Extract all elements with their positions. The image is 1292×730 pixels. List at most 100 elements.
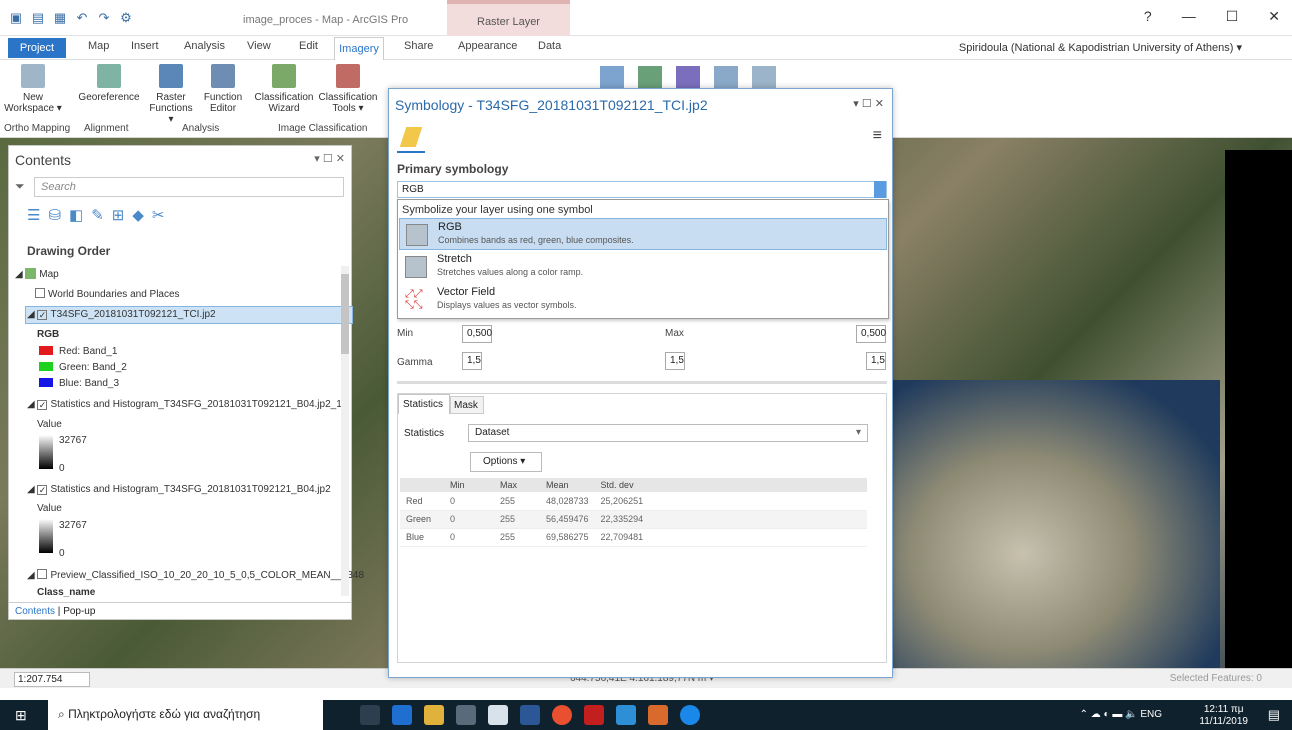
document-icon[interactable] (616, 705, 636, 725)
file-explorer-icon[interactable] (424, 705, 444, 725)
footer-tab-popup[interactable]: Pop-up (63, 606, 95, 617)
primary-symbology-select[interactable]: RGB (397, 181, 887, 198)
redo-icon[interactable]: ↷ (96, 10, 112, 26)
tree-map[interactable]: ◢ Map (15, 268, 59, 280)
maximize-icon[interactable]: ☐ (1226, 8, 1239, 25)
word-icon[interactable] (520, 705, 540, 725)
store-icon[interactable] (456, 705, 476, 725)
tool-icon[interactable] (638, 66, 662, 90)
contents-scrollbar[interactable] (341, 266, 349, 596)
acrobat-icon[interactable] (584, 705, 604, 725)
task-view-icon[interactable] (360, 705, 380, 725)
minimize-icon[interactable]: — (1182, 8, 1196, 25)
snapping-icon[interactable]: ⊞ (112, 206, 125, 224)
charts-icon[interactable]: ✂ (152, 206, 165, 224)
settings-icon[interactable]: ⚙ (118, 10, 134, 26)
rgb-icon (406, 224, 428, 246)
option-vector-field[interactable]: ⤢⤢ ⤡⤡ Vector Field Displays values as vec… (399, 284, 887, 316)
options-button[interactable]: Options ▾ (470, 452, 542, 472)
tab-mask[interactable]: Mask (450, 396, 484, 414)
tree-stats1[interactable]: ◢ ✓ Statistics and Histogram_T34SFG_20181… (27, 399, 342, 410)
layer-checkbox[interactable] (35, 288, 45, 298)
editing-icon[interactable]: ✎ (91, 206, 104, 224)
tab-project[interactable]: Project (8, 38, 66, 58)
new-workspace-button[interactable]: New Workspace ▾ (4, 64, 62, 114)
edge-icon[interactable] (392, 705, 412, 725)
undo-icon[interactable]: ↶ (74, 10, 90, 26)
tree-stats2[interactable]: ◢ ✓ Statistics and Histogram_T34SFG_20181… (27, 484, 331, 495)
table-header: Max (494, 478, 540, 492)
tab-appearance[interactable]: Appearance (458, 40, 517, 52)
table-header-row: Min Max Mean Std. dev (400, 478, 868, 492)
menu-icon[interactable]: ≡ (873, 127, 882, 145)
max-input[interactable]: 0,500 (856, 325, 886, 343)
save-icon[interactable]: ▦ (52, 10, 68, 26)
open-icon[interactable]: ▤ (30, 10, 46, 26)
input-language[interactable]: ENG (1140, 709, 1162, 720)
drawing-order-icon[interactable]: ☰ (27, 206, 40, 224)
tree-tci[interactable]: ◢ ✓ T34SFG_20181031T092121_TCI.jp2 (27, 309, 216, 320)
raster-functions-button[interactable]: Raster Functions ▾ (148, 64, 194, 125)
tool-icon[interactable] (752, 66, 776, 90)
layer-checkbox[interactable]: ✓ (37, 485, 48, 495)
gamma-red-input[interactable]: 1,5 (462, 352, 482, 370)
dropdown-header: Symbolize your layer using one symbol (402, 204, 593, 216)
tree-preview[interactable]: ◢ Preview_Classified_ISO_10_20_20_10_5_0… (27, 569, 364, 581)
statistics-select[interactable]: Dataset ▾ (468, 424, 868, 442)
powerpoint-icon[interactable] (648, 705, 668, 725)
georeference-button[interactable]: Georeference (78, 64, 140, 103)
filter-icon[interactable]: ⏷ (15, 179, 25, 194)
notifications-icon[interactable]: ▤ (1268, 707, 1280, 723)
tab-share[interactable]: Share (404, 40, 433, 52)
footer-tab-contents[interactable]: Contents (15, 606, 55, 617)
tool-icon[interactable] (600, 66, 624, 90)
pane-controls[interactable]: ▾ ☐ ✕ (314, 152, 345, 165)
tray-icons[interactable]: ⌃ ☁ ◐ ▬ 🔈 (1080, 709, 1141, 720)
tab-view[interactable]: View (247, 40, 271, 52)
symbology-brush-icon[interactable] (399, 127, 423, 147)
classification-wizard-button[interactable]: Classification Wizard (254, 64, 314, 114)
gamma-green-input[interactable]: 1,5 (665, 352, 685, 370)
tool-icon[interactable] (676, 66, 700, 90)
tree-world-boundaries[interactable]: World Boundaries and Places (35, 288, 180, 300)
data-source-icon[interactable]: ⛁ (48, 206, 61, 224)
labeling-icon[interactable]: ◆ (132, 206, 144, 224)
classification-tools-button[interactable]: Classification Tools ▾ (318, 64, 378, 114)
option-desc: Displays values as vector symbols. (437, 300, 577, 310)
tab-insert[interactable]: Insert (131, 40, 159, 52)
tab-analysis[interactable]: Analysis (184, 40, 225, 52)
windows-start-icon[interactable]: ⊞ (15, 707, 27, 724)
chrome-icon[interactable] (552, 705, 572, 725)
pane-controls[interactable]: ▾ ☐ ✕ (853, 97, 884, 110)
tool-icon[interactable] (714, 66, 738, 90)
option-rgb[interactable]: RGB Combines bands as red, green, blue c… (399, 218, 887, 250)
gamma-blue-input[interactable]: 1,5 (866, 352, 886, 370)
tab-statistics[interactable]: Statistics (398, 394, 450, 414)
selection-icon[interactable]: ◧ (69, 206, 83, 224)
help-icon[interactable]: ? (1144, 8, 1152, 25)
taskbar-search-input[interactable]: ⌕ Πληκτρολογήστε εδώ για αναζήτηση (48, 700, 323, 730)
chevron-down-icon[interactable]: ▾ (856, 427, 861, 438)
close-icon[interactable]: ✕ (1268, 8, 1280, 25)
mail-icon[interactable] (488, 705, 508, 725)
min-input[interactable]: 0,500 (462, 325, 492, 343)
chevron-down-icon[interactable] (874, 181, 886, 198)
tab-data[interactable]: Data (538, 40, 561, 52)
account-name[interactable]: Spiridoula (National & Kapodistrian Univ… (959, 41, 1242, 54)
contents-search-input[interactable]: Search (34, 177, 344, 197)
option-stretch[interactable]: Stretch Stretches values along a color r… (399, 251, 887, 283)
layer-checkbox[interactable]: ✓ (37, 400, 48, 410)
tab-edit[interactable]: Edit (299, 40, 318, 52)
layer-checkbox[interactable]: ✓ (37, 310, 48, 320)
tab-map[interactable]: Map (88, 40, 109, 52)
new-project-icon[interactable]: ▣ (8, 10, 24, 26)
function-editor-button[interactable]: Function Editor (200, 64, 246, 114)
clock[interactable]: 12:11 πμ 11/11/2019 (1199, 704, 1248, 728)
tab-imagery[interactable]: Imagery (334, 37, 384, 60)
layer-checkbox[interactable] (37, 569, 48, 579)
arcgis-icon[interactable] (680, 705, 700, 725)
context-tab-label: Raster Layer (477, 16, 540, 28)
scale-input[interactable]: 1:207.754 (14, 672, 90, 687)
splitter[interactable] (397, 381, 887, 384)
scroll-thumb[interactable] (341, 274, 349, 354)
